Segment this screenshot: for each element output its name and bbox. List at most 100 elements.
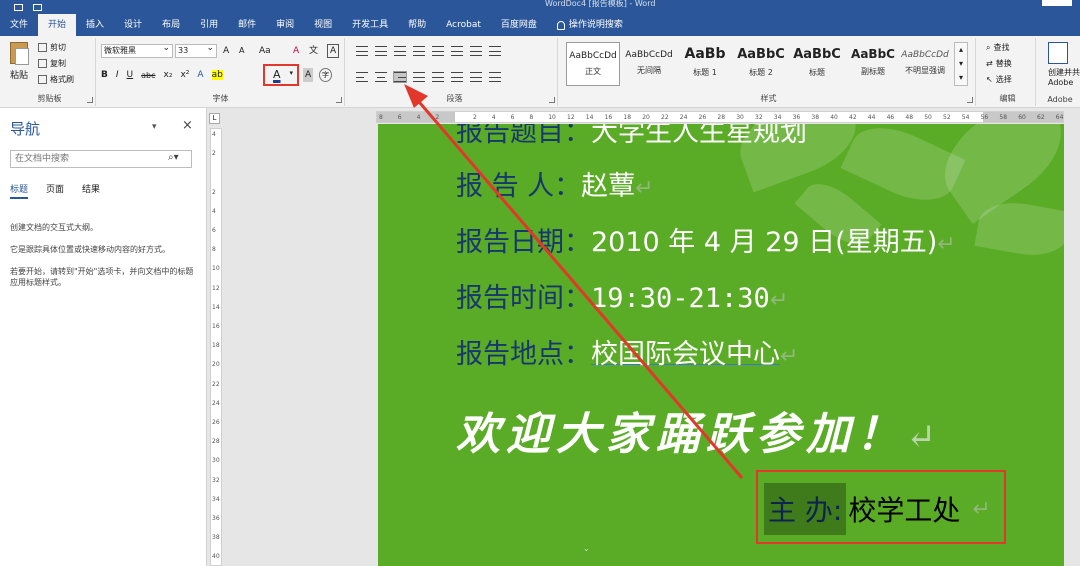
tab-review[interactable]: 审阅 [266, 14, 304, 36]
close-icon[interactable]: × [182, 118, 193, 133]
underline-button[interactable]: U [127, 70, 134, 80]
tab-stop-selector[interactable]: L [209, 113, 220, 124]
char-shading-button[interactable]: A [303, 68, 314, 82]
chinese-layout-icon[interactable] [451, 46, 463, 56]
clear-format-button[interactable]: A [293, 44, 299, 58]
tab-file[interactable]: 文件 [0, 14, 38, 36]
style-subtle-emphasis[interactable]: AaBbCcDd 不明显强调 [898, 42, 952, 86]
document-page[interactable]: 报告题目：大学生人生星规划 报 告 人：赵蕈↵ 报告日期：2010 年 4 月 … [378, 124, 1064, 566]
strikethrough-button[interactable]: abc [141, 71, 155, 80]
align-left-icon[interactable] [356, 72, 368, 82]
search-icon[interactable]: ⌕▾ [168, 152, 179, 163]
save-icon[interactable] [14, 3, 23, 11]
bullets-icon[interactable] [356, 46, 368, 56]
grow-font-button[interactable]: A [223, 44, 229, 58]
chevron-up-icon[interactable]: ▴ [955, 43, 967, 57]
vertical-ruler-tick: 12 [212, 284, 220, 292]
tab-layout[interactable]: 布局 [152, 14, 190, 36]
cut-button[interactable]: 剪切 [38, 42, 66, 53]
create-share-button[interactable]: 创建并共 Adobe [1048, 68, 1080, 88]
subscript-button[interactable]: x₂ [164, 70, 173, 80]
decrease-indent-icon[interactable] [413, 46, 425, 56]
align-center-icon[interactable] [375, 72, 387, 82]
login-button[interactable] [1042, 0, 1072, 6]
clipboard-launcher-icon[interactable] [87, 97, 93, 103]
enclose-char-button[interactable]: 字 [319, 68, 332, 82]
copy-button[interactable]: 复制 [38, 58, 66, 69]
paragraph-launcher-icon[interactable] [549, 97, 555, 103]
style-title[interactable]: AaBbC 标题 [790, 42, 844, 86]
nav-title: 导航 [10, 120, 41, 138]
italic-button[interactable]: I [116, 70, 119, 80]
font-name-select[interactable]: 微软雅黑 [101, 42, 173, 58]
tab-insert[interactable]: 插入 [76, 14, 114, 36]
tab-baidu-netdisk[interactable]: 百度网盘 [491, 14, 547, 36]
numbering-icon[interactable] [375, 46, 387, 56]
tab-references[interactable]: 引用 [190, 14, 228, 36]
nav-tab-results[interactable]: 结果 [82, 182, 100, 199]
tell-me-search[interactable]: 操作说明搜索 [547, 14, 633, 36]
multilevel-list-icon[interactable] [394, 46, 406, 56]
superscript-button[interactable]: x² [180, 70, 189, 80]
font-launcher-icon[interactable] [336, 97, 342, 103]
chevron-down-icon[interactable]: ▾ [955, 57, 967, 71]
justify-icon[interactable] [413, 72, 425, 82]
borders-icon[interactable] [489, 72, 501, 82]
nav-tab-headings[interactable]: 标题 [10, 182, 29, 199]
chevron-down-icon[interactable]: ▾ [152, 122, 157, 132]
tab-help[interactable]: 帮助 [398, 14, 436, 36]
select-button[interactable]: ↖ 选择 [986, 74, 1012, 85]
style-no-spacing[interactable]: AaBbCcDd 无间隔 [622, 42, 676, 86]
increase-indent-icon[interactable] [432, 46, 444, 56]
styles-scroll[interactable]: ▴ ▾ ▾ [954, 42, 968, 86]
change-case-button[interactable]: Aa [259, 44, 271, 58]
tab-developer[interactable]: 开发工具 [342, 14, 398, 36]
tab-view[interactable]: 视图 [304, 14, 342, 36]
bold-button[interactable]: B [101, 70, 108, 80]
font-color-button[interactable]: A ▾ [263, 64, 299, 86]
sort-icon[interactable] [470, 46, 482, 56]
paragraph-group-label: 段落 [446, 94, 463, 103]
ruler-tick: 64 [1055, 114, 1064, 121]
ruler-tick: 16 [604, 114, 613, 121]
style-normal[interactable]: AaBbCcDd 正文 [566, 42, 620, 86]
nav-search-input[interactable] [10, 150, 192, 168]
welcome-line: 欢迎大家踊跃参加！↵ [456, 398, 942, 462]
tab-mailings[interactable]: 邮件 [228, 14, 266, 36]
tab-design[interactable]: 设计 [114, 14, 152, 36]
ruler-tick: 4 [416, 114, 421, 121]
paste-icon[interactable] [10, 42, 29, 65]
style-heading-2[interactable]: AaBbC 标题 2 [734, 42, 788, 86]
styles-launcher-icon[interactable] [967, 97, 973, 103]
align-right-icon[interactable] [393, 71, 407, 83]
nav-tab-pages[interactable]: 页面 [46, 182, 64, 199]
more-styles-icon[interactable]: ▾ [955, 71, 967, 85]
find-button[interactable]: ⌕ 查找 [986, 42, 1009, 53]
undo-icon[interactable] [33, 3, 42, 11]
distributed-icon[interactable] [432, 72, 444, 82]
show-marks-icon[interactable] [489, 46, 501, 56]
style-heading-1[interactable]: AaBb 标题 1 [678, 42, 732, 86]
font-size-select[interactable]: 33 [175, 42, 217, 58]
format-painter-button[interactable]: 格式刷 [38, 74, 74, 85]
vertical-ruler[interactable]: 4 2 2 4 6 8 10 12 14 16 18 20 22 24 26 28 30 32 34 36 38 40 [210, 128, 222, 566]
text-effects-button[interactable]: A [197, 70, 203, 80]
highlight-button[interactable]: ab [211, 70, 223, 80]
shrink-font-button[interactable]: A [239, 44, 244, 58]
paragraph-mark: ↵ [780, 344, 799, 369]
paste-button[interactable]: 粘贴 [10, 68, 28, 81]
horizontal-ruler[interactable]: 8 6 4 2 2 4 6 8 10 12 14 16 18 20 22 24 26 28 30 32 34 36 38 40… [376, 111, 1064, 123]
shading-icon[interactable] [470, 72, 482, 82]
navigation-pane: 导航 ▾ × ⌕▾ 标题 页面 结果 创建文档的交互式大纲。 它是跟踪具体位置或… [0, 108, 207, 566]
line-spacing-icon[interactable] [451, 72, 463, 82]
style-subtitle[interactable]: AaBbC 副标题 [846, 42, 900, 86]
ruler-tick: 52 [943, 114, 951, 121]
create-pdf-icon[interactable] [1048, 42, 1068, 64]
clipboard-group: 粘贴 剪切 复制 格式刷 剪贴板 [4, 38, 96, 106]
replace-button[interactable]: ⇄ 替换 [986, 58, 1012, 69]
font-group-label: 字体 [212, 94, 229, 103]
char-border-button[interactable]: A [327, 44, 340, 58]
tab-acrobat[interactable]: Acrobat [436, 14, 491, 36]
phonetic-guide-button[interactable]: 文 [309, 44, 318, 58]
tab-home[interactable]: 开始 [38, 14, 77, 36]
